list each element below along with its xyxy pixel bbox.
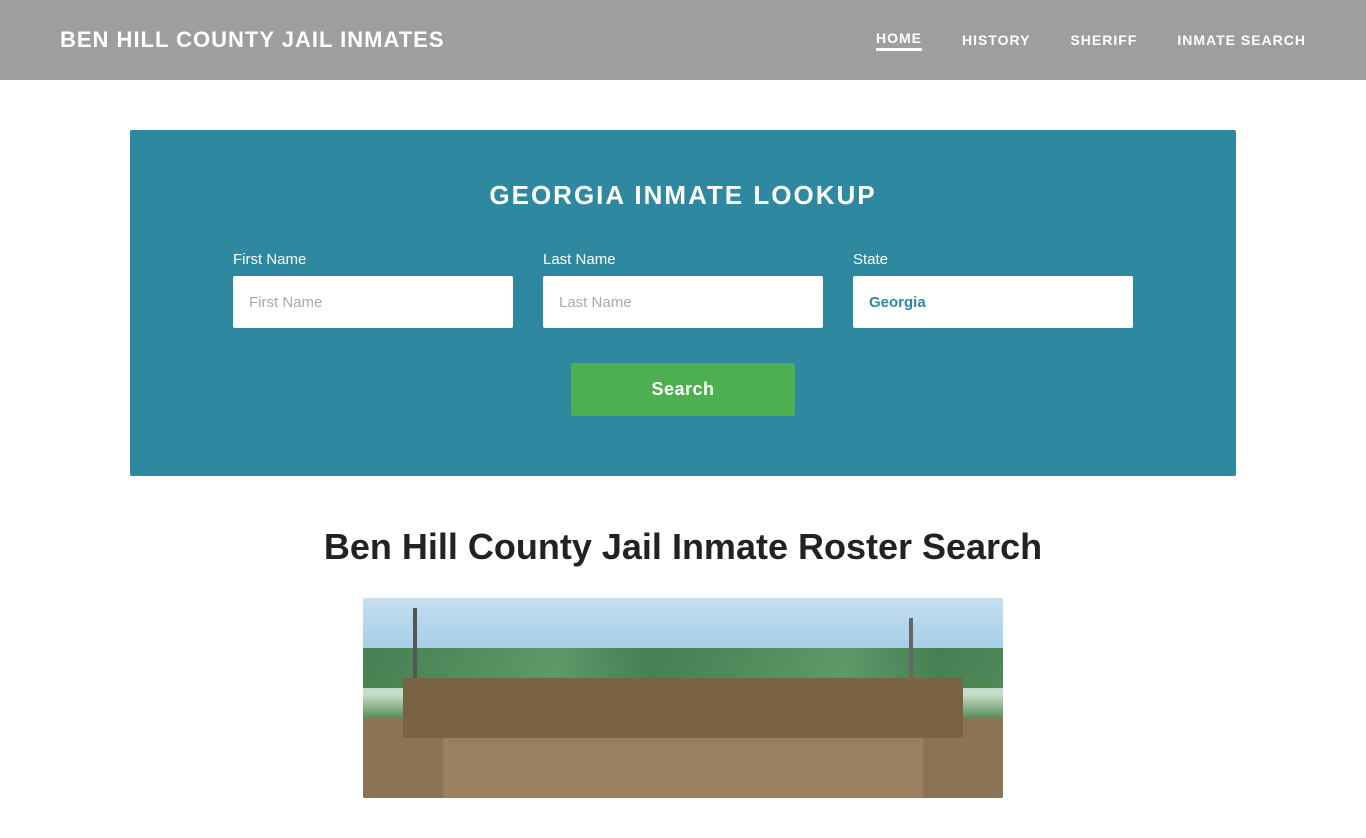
building-image: [363, 598, 1003, 798]
search-fields-row: First Name Last Name State: [190, 251, 1176, 328]
state-group: State: [853, 251, 1133, 328]
search-button[interactable]: Search: [571, 363, 794, 416]
nav-history[interactable]: HISTORY: [962, 32, 1030, 48]
street-light-right: [909, 618, 913, 708]
first-name-group: First Name: [233, 251, 513, 328]
last-name-input[interactable]: [543, 276, 823, 328]
building-windows: [463, 698, 903, 738]
lookup-title: GEORGIA INMATE LOOKUP: [190, 180, 1176, 211]
site-header: BEN HILL COUNTY JAIL INMATES HOME HISTOR…: [0, 0, 1366, 80]
last-name-label: Last Name: [543, 251, 823, 268]
inmate-lookup-section: GEORGIA INMATE LOOKUP First Name Last Na…: [130, 130, 1236, 476]
state-input[interactable]: [853, 276, 1133, 328]
nav-home[interactable]: HOME: [876, 30, 922, 51]
search-button-wrapper: Search: [190, 363, 1176, 416]
main-nav: HOME HISTORY SHERIFF INMATE SEARCH: [876, 30, 1306, 51]
state-label: State: [853, 251, 1133, 268]
roster-title: Ben Hill County Jail Inmate Roster Searc…: [60, 526, 1306, 568]
nav-sheriff[interactable]: SHERIFF: [1070, 32, 1137, 48]
building-body: [443, 688, 923, 798]
last-name-group: Last Name: [543, 251, 823, 328]
first-name-input[interactable]: [233, 276, 513, 328]
site-title: BEN HILL COUNTY JAIL INMATES: [60, 27, 445, 53]
street-light-left: [413, 608, 417, 708]
first-name-label: First Name: [233, 251, 513, 268]
content-section: Ben Hill County Jail Inmate Roster Searc…: [0, 526, 1366, 838]
nav-inmate-search[interactable]: INMATE SEARCH: [1177, 32, 1306, 48]
trees-layer: [363, 648, 1003, 688]
